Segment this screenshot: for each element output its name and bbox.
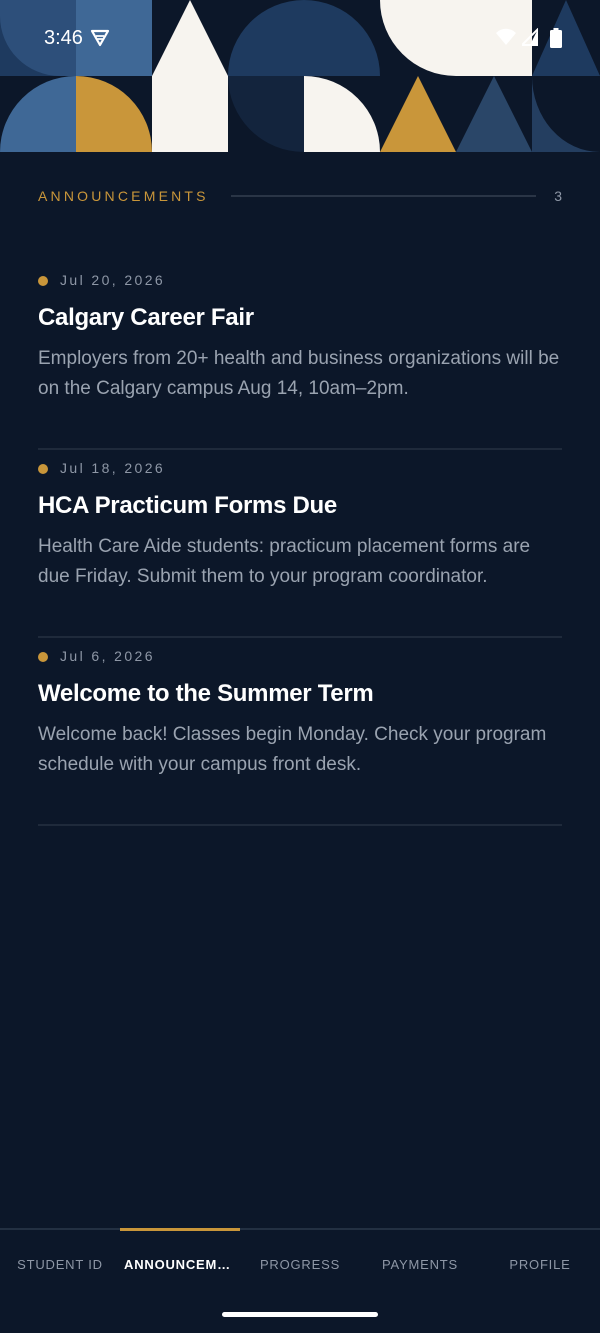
announcement-date: Jul 18, 2026 — [60, 460, 166, 476]
announcement-title: Welcome to the Summer Term — [38, 680, 374, 707]
signal-icon — [519, 26, 539, 51]
bottom-nav: STUDENT ID ANNOUNCEME... PROGRESS PAYMEN… — [0, 1228, 600, 1333]
announcement-body: Employers from 20+ health and business o… — [38, 348, 560, 399]
section-divider — [231, 195, 536, 197]
tab-label: ANNOUNCEME... — [124, 1257, 240, 1272]
section-title: ANNOUNCEMENTS — [38, 188, 209, 204]
battery-icon — [550, 28, 562, 53]
section-header: ANNOUNCEMENTS 3 — [38, 184, 562, 208]
tab-label: STUDENT ID — [17, 1257, 103, 1272]
status-time: 3:46 — [44, 27, 83, 49]
announcement-list: Jul 20, 2026 Calgary Career Fair Employe… — [38, 262, 562, 826]
announcement-count: 3 — [554, 188, 562, 204]
tab-label: PROGRESS — [259, 1257, 341, 1272]
tab-label: PROFILE — [509, 1257, 571, 1272]
announcement-date: Jul 6, 2026 — [60, 648, 155, 664]
announcement-body: Welcome back! Classes begin Monday. Chec… — [38, 724, 547, 775]
tab-label: PAYMENTS — [382, 1257, 458, 1272]
wifi-icon — [496, 28, 516, 51]
announcement-date: Jul 20, 2026 — [60, 272, 166, 288]
tab-student-id[interactable]: STUDENT ID — [0, 1230, 120, 1300]
tab-announcements[interactable]: ANNOUNCEME... — [120, 1228, 240, 1300]
app-screen: 3:46 ANNOUNCEMENTS 3 Jul 20, 2026 Calgar… — [0, 0, 600, 1333]
status-bar: 3:46 — [0, 0, 600, 76]
announcement-item[interactable]: Jul 18, 2026 HCA Practicum Forms Due Hea… — [38, 450, 562, 638]
announcement-title: Calgary Career Fair — [38, 304, 254, 331]
announcement-item[interactable]: Jul 6, 2026 Welcome to the Summer Term W… — [38, 638, 562, 826]
bullet-dot-icon — [38, 276, 48, 286]
announcement-item[interactable]: Jul 20, 2026 Calgary Career Fair Employe… — [38, 262, 562, 450]
vpn-icon — [90, 28, 110, 48]
bullet-dot-icon — [38, 464, 48, 474]
announcement-body: Health Care Aide students: practicum pla… — [38, 536, 531, 587]
tab-payments[interactable]: PAYMENTS — [360, 1230, 480, 1300]
bullet-dot-icon — [38, 652, 48, 662]
tab-profile[interactable]: PROFILE — [480, 1230, 600, 1300]
tab-progress[interactable]: PROGRESS — [240, 1230, 360, 1300]
announcement-title: HCA Practicum Forms Due — [38, 492, 337, 519]
active-tab-indicator — [120, 1228, 240, 1231]
home-indicator[interactable] — [222, 1312, 378, 1317]
